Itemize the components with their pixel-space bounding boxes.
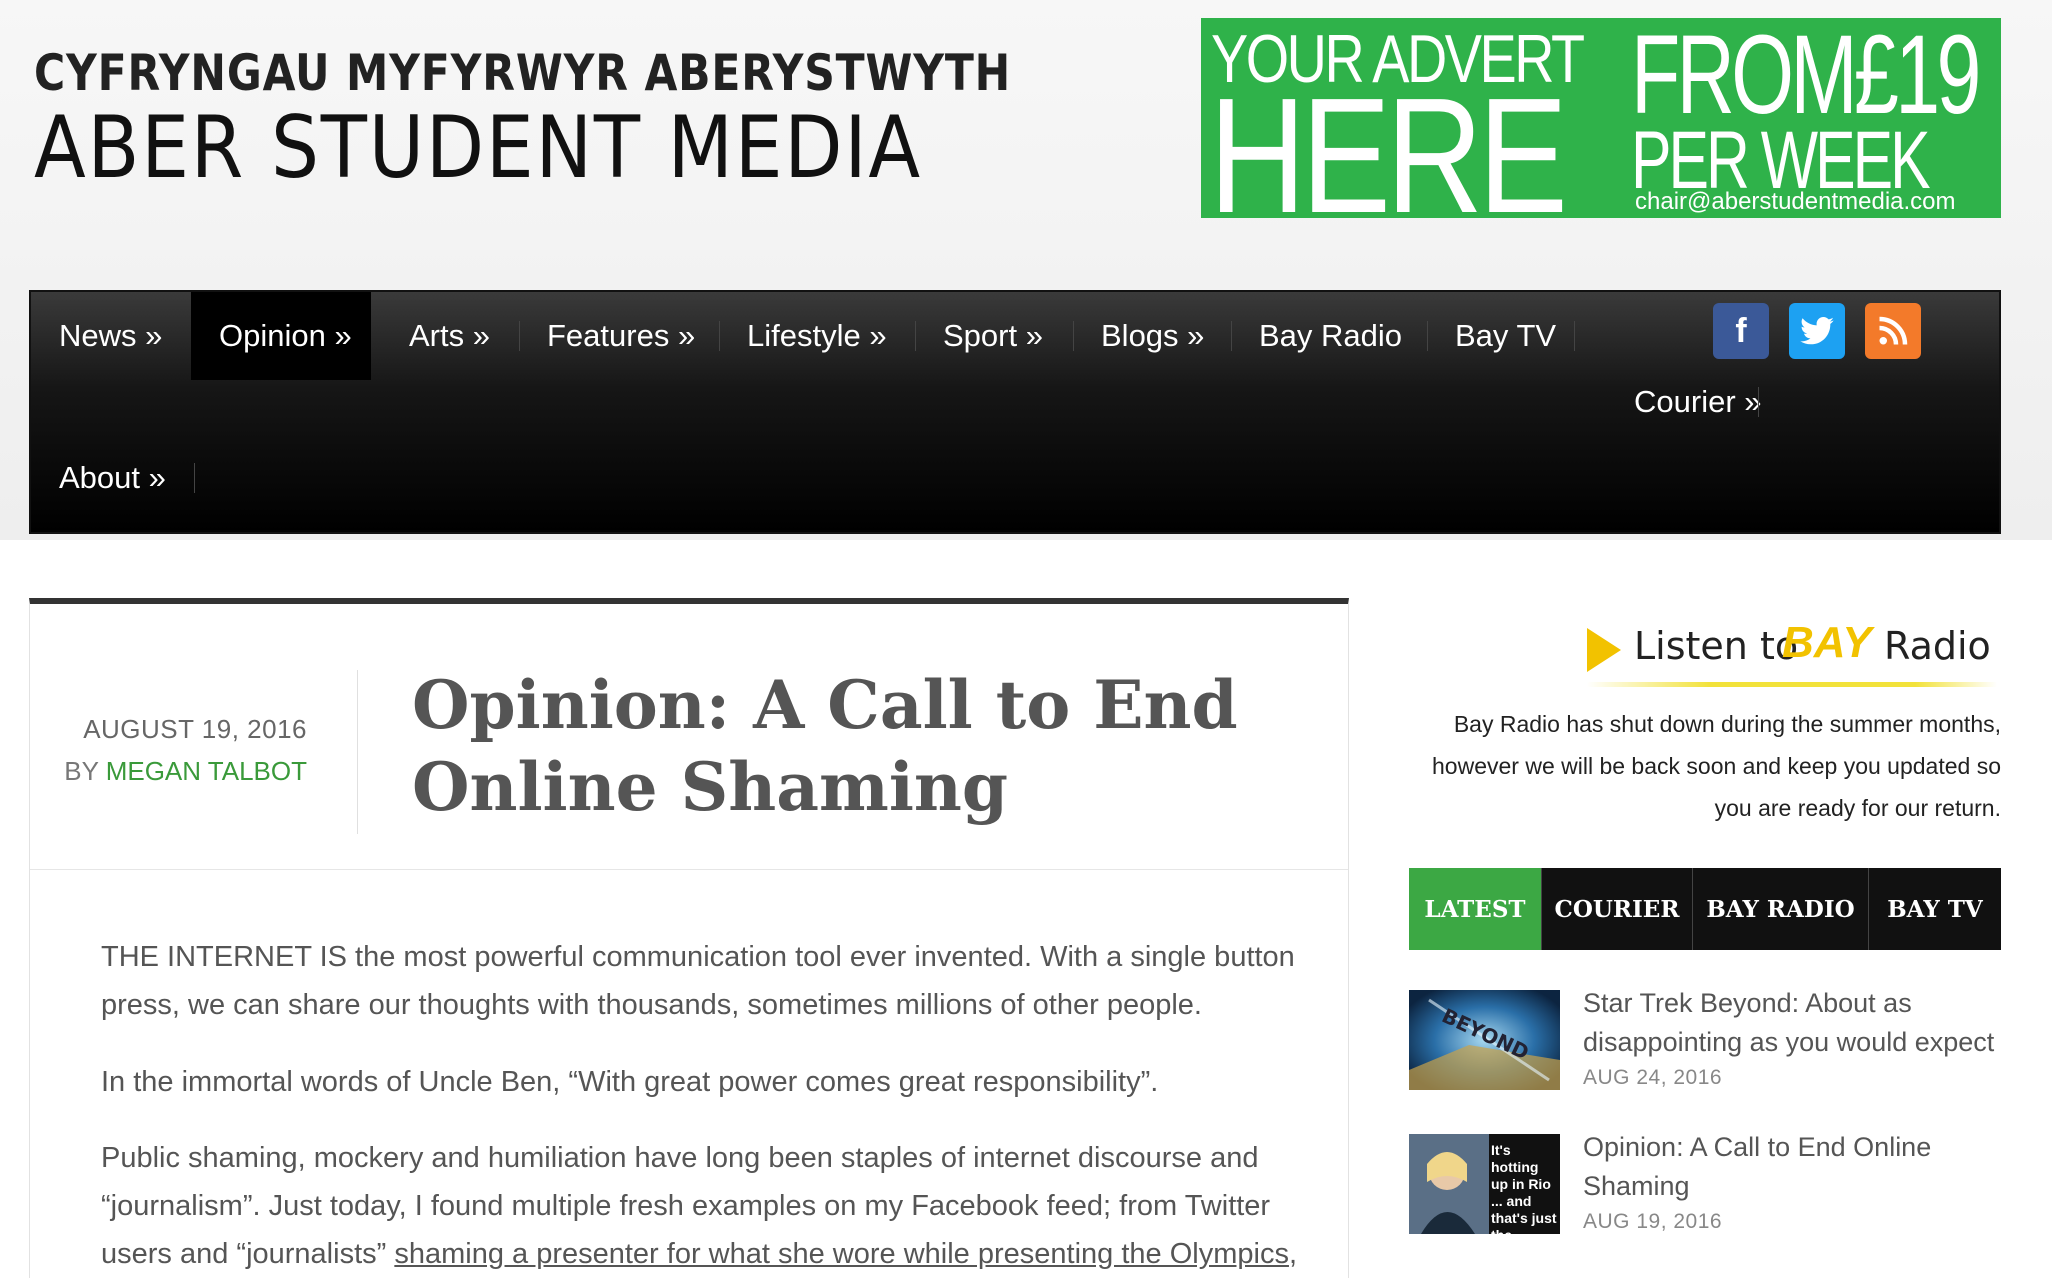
nav-item-lifestyle[interactable]: Lifestyle » bbox=[719, 292, 915, 380]
play-icon bbox=[1587, 628, 1621, 672]
post-thumbnail[interactable]: BEYOND bbox=[1409, 990, 1560, 1090]
main-navigation: News » Opinion » Arts » Features » Lifes… bbox=[29, 290, 2001, 534]
nav-item-opinion[interactable]: Opinion » bbox=[191, 292, 371, 380]
article-byline: BY MEGAN TALBOT bbox=[30, 756, 307, 787]
advert-line-2: HERE bbox=[1209, 64, 1568, 219]
nav-separator bbox=[1758, 387, 1759, 417]
article-title: Opinion: A Call to End Online Shaming bbox=[412, 666, 1238, 826]
post-title[interactable]: Star Trek Beyond: About as disappointing… bbox=[1583, 984, 2003, 1062]
tab-latest[interactable]: LATEST bbox=[1409, 868, 1542, 950]
article-date: AUGUST 19, 2016 bbox=[83, 714, 307, 744]
nav-separator bbox=[194, 463, 195, 493]
facebook-icon[interactable]: f bbox=[1713, 303, 1769, 359]
nav-item-about[interactable]: About » bbox=[31, 434, 194, 522]
card-divider bbox=[30, 869, 1348, 870]
radio-notice: Bay Radio has shut down during the summe… bbox=[1432, 711, 2001, 821]
advert-email: chair@aberstudentmedia.com bbox=[1635, 188, 1956, 215]
list-item[interactable]: BEYOND Star Trek Beyond: About as disapp… bbox=[1409, 988, 2001, 1090]
radio-bay-text: BAY bbox=[1782, 618, 1872, 667]
article-paragraph: In the immortal words of Uncle Ben, “Wit… bbox=[101, 1066, 1159, 1098]
tab-bay-radio[interactable]: BAY RADIO bbox=[1693, 868, 1869, 950]
nav-item-courier[interactable]: Courier » bbox=[1606, 358, 1790, 446]
rss-icon[interactable] bbox=[1865, 303, 1921, 359]
bay-radio-banner[interactable]: Listen to BAY Radio bbox=[1579, 610, 1999, 690]
paragraph-text: , bbox=[1288, 1238, 1298, 1270]
site-logo[interactable]: CYFRYNGAU MYFYRWYR ABERYSTWYTH ABER STUD… bbox=[34, 44, 1184, 198]
sidebar-tabs: LATEST COURIER BAY RADIO BAY TV bbox=[1409, 868, 2001, 950]
radio-word-text: Radio bbox=[1884, 624, 1991, 668]
meta-divider bbox=[357, 670, 358, 834]
radio-listen-text: Listen to bbox=[1634, 624, 1799, 668]
nav-item-sport[interactable]: Sport » bbox=[915, 292, 1071, 380]
nav-item-bay-tv[interactable]: Bay TV bbox=[1427, 292, 1584, 380]
nav-separator bbox=[1574, 321, 1575, 351]
radio-underline bbox=[1587, 682, 1997, 687]
article-card: AUGUST 19, 2016 BY MEGAN TALBOT Opinion:… bbox=[29, 598, 1349, 1278]
site-title: ABER STUDENT MEDIA bbox=[34, 98, 922, 198]
post-title[interactable]: Opinion: A Call to End Online Shaming bbox=[1583, 1128, 2003, 1206]
nav-item-blogs[interactable]: Blogs » bbox=[1073, 292, 1232, 380]
nav-item-news[interactable]: News » bbox=[31, 292, 190, 380]
byline-prefix: BY bbox=[64, 756, 99, 786]
site-welsh-title: CYFRYNGAU MYFYRWYR ABERYSTWYTH bbox=[34, 44, 1012, 102]
post-date: AUG 19, 2016 bbox=[1583, 1210, 1723, 1233]
nav-item-features[interactable]: Features » bbox=[519, 292, 723, 380]
twitter-bird-icon bbox=[1800, 317, 1834, 345]
tab-courier[interactable]: COURIER bbox=[1542, 868, 1693, 950]
post-thumbnail[interactable]: It's hotting up in Rio ... and that's ju… bbox=[1409, 1134, 1560, 1234]
list-item[interactable]: It's hotting up in Rio ... and that's ju… bbox=[1409, 1132, 2001, 1234]
article-inline-link[interactable]: shaming a presenter for what she wore wh… bbox=[394, 1238, 1289, 1270]
thumbnail-caption: It's hotting up in Rio ... and that's ju… bbox=[1491, 1142, 1557, 1234]
article-paragraph: Public shaming, mockery and humiliation … bbox=[101, 1134, 1311, 1278]
author-link[interactable]: MEGAN TALBOT bbox=[106, 756, 307, 786]
nav-item-arts[interactable]: Arts » bbox=[381, 292, 518, 380]
twitter-icon[interactable] bbox=[1789, 303, 1845, 359]
article-paragraph: THE INTERNET IS the most powerful commun… bbox=[101, 941, 1295, 1021]
advert-banner[interactable]: YOUR ADVERT HERE FROM£19 PER WEEK chair@… bbox=[1201, 18, 2001, 218]
tab-bay-tv[interactable]: BAY TV bbox=[1869, 868, 2001, 950]
nav-item-bay-radio[interactable]: Bay Radio bbox=[1231, 292, 1430, 380]
post-date: AUG 24, 2016 bbox=[1583, 1066, 1723, 1089]
rss-feed-icon bbox=[1879, 316, 1908, 345]
